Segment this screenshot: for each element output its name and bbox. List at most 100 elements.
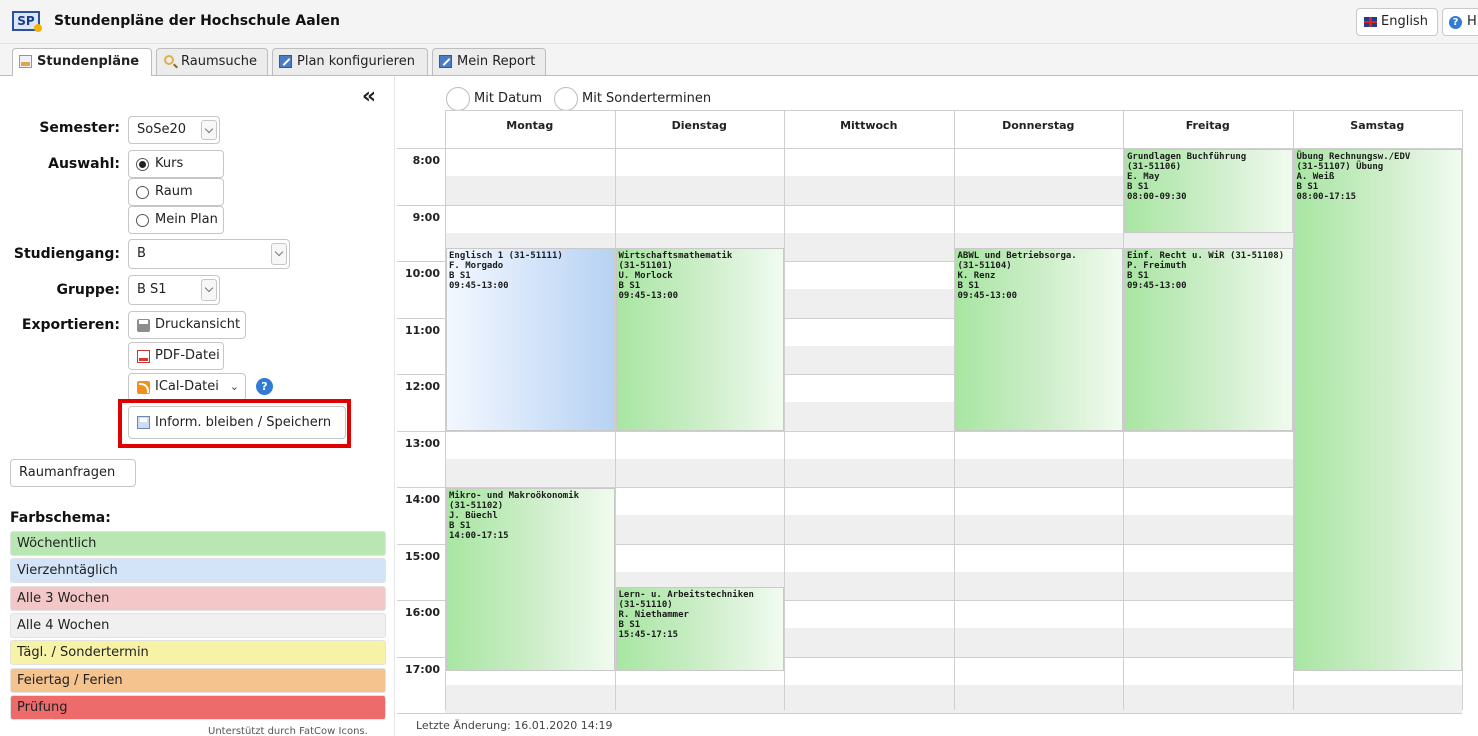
event-block[interactable]: ABWL und Betriebsorga. (31-51104) K. Ren… [954, 247, 1123, 431]
hour-label: 8:00 [412, 154, 440, 167]
checkbox-icon [554, 87, 578, 111]
gruppe-label: Gruppe: [56, 282, 121, 298]
color-legend-item: Tägl. / Sondertermin [10, 640, 386, 666]
help-label: Hi [1467, 14, 1478, 29]
logo-badge-icon [34, 24, 42, 32]
last-change-note: Letzte Änderung: 16.01.2020 14:19 [416, 719, 613, 732]
help-icon[interactable]: ? [256, 378, 273, 395]
tab-label: Raumsuche [181, 54, 258, 69]
chevron-down-icon [271, 243, 287, 265]
color-legend-item: Alle 3 Wochen [10, 585, 386, 611]
event-block[interactable]: Lern- u. Arbeitstechniken (31-51110) R. … [615, 586, 784, 671]
radio-label: Kurs [155, 156, 184, 171]
hour-label: 14:00 [404, 493, 440, 506]
radio-icon [136, 214, 149, 227]
color-legend-item: Alle 4 Wochen [10, 612, 386, 638]
raumanfragen-label: Raumanfragen [19, 465, 116, 480]
grid-line [784, 110, 785, 710]
hour-label: 13:00 [404, 436, 440, 450]
edit-icon [279, 55, 292, 68]
hour-label: 16:00 [404, 606, 440, 619]
event-block[interactable]: Englisch 1 (31-51111) F. Morgado B S1 09… [446, 247, 615, 431]
event-block[interactable]: Einf. Recht u. WiR (31-51108) P. Freimut… [1124, 247, 1293, 431]
gruppe-value: B S1 [137, 282, 167, 297]
event-block[interactable]: Grundlagen Buchführung (31-51106) E. May… [1124, 149, 1293, 233]
color-legend-item: Feiertag / Ferien [10, 667, 386, 693]
chevron-down-icon [201, 279, 217, 301]
english-label: English [1381, 14, 1428, 29]
raumanfragen-button[interactable]: Raumanfragen [10, 459, 136, 487]
chevron-down-icon: ⌄ [229, 380, 239, 393]
collapse-sidebar-icon[interactable]: « [354, 85, 384, 111]
hour-label: 15:00 [404, 549, 440, 563]
hour-label: 17:00 [404, 662, 440, 676]
uk-flag-icon [1364, 17, 1377, 27]
radio-icon [136, 186, 149, 199]
rss-feed-icon [137, 381, 150, 394]
pdf-icon [137, 350, 150, 363]
druckansicht-label: Druckansicht [155, 317, 241, 332]
hour-label: 10:00 [404, 267, 440, 280]
app-title: Stundenpläne der Hochschule Aalen [54, 13, 340, 29]
hour-label: 11:00 [404, 323, 440, 337]
hour-label: 12:00 [404, 380, 440, 393]
radio-label: Mein Plan [155, 212, 218, 227]
tab-raumsuche[interactable]: Raumsuche [156, 48, 268, 75]
semester-label: Semester: [39, 120, 120, 136]
semester-select[interactable]: SoSe20 [128, 116, 220, 144]
grid-line [397, 713, 1462, 714]
mit-datum-label: Mit Datum [474, 91, 543, 106]
event-block[interactable]: Übung Rechnungsw./EDV (31-51107) Übung A… [1293, 149, 1462, 671]
highlight-box [118, 399, 351, 448]
day-header: Donnerstag [1002, 119, 1075, 132]
mit-sonderterminen-checkbox[interactable]: Mit Sonderterminen [552, 86, 711, 112]
pdf-label: PDF-Datei [155, 348, 220, 363]
tab-stundenplaene[interactable]: Stundenpläne [12, 48, 152, 77]
tab-mein-report[interactable]: Mein Report [432, 48, 546, 75]
mit-datum-checkbox[interactable]: Mit Datum [444, 86, 542, 112]
radio-label: Raum [155, 184, 193, 199]
pdf-button[interactable]: PDF-Datei [128, 342, 224, 370]
calendar-icon [19, 55, 32, 68]
studiengang-label: Studiengang: [13, 246, 120, 262]
edit-icon [439, 55, 452, 68]
radio-mein-plan[interactable]: Mein Plan [128, 206, 224, 234]
app-window: SP Stundenpläne der Hochschule Aalen Eng… [0, 0, 1478, 736]
grid-line [1462, 110, 1463, 710]
tab-label: Stundenpläne [37, 54, 140, 69]
powered-by-note: Unterstützt durch FatCow Icons. [208, 726, 368, 736]
hour-label: 9:00 [412, 210, 440, 224]
day-header: Samstag [1350, 119, 1405, 132]
help-button[interactable]: ? Hi [1442, 8, 1478, 36]
tab-plan-konfigurieren[interactable]: Plan konfigurieren [272, 48, 428, 75]
radio-kurs[interactable]: Kurs [128, 150, 224, 178]
radio-selected-icon [136, 158, 149, 171]
chevron-down-icon [201, 120, 217, 140]
auswahl-label: Auswahl: [48, 156, 120, 172]
mit-sonderterminen-label: Mit Sonderterminen [582, 91, 712, 106]
exportieren-label: Exportieren: [21, 317, 120, 333]
ical-dropdown[interactable]: ICal-Datei ⌄ [128, 373, 246, 401]
event-block[interactable]: Wirtschaftsmathematik (31-51101) U. Morl… [615, 247, 784, 431]
tab-label: Mein Report [457, 54, 536, 69]
farbschema-title: Farbschema: [10, 510, 111, 526]
event-block[interactable]: Mikro- und Makroökonomik (31-51102) J. B… [446, 488, 615, 671]
radio-raum[interactable]: Raum [128, 178, 224, 206]
color-legend-item: Wöchentlich [10, 531, 386, 556]
ical-label: ICal-Datei [155, 379, 219, 394]
studiengang-select[interactable]: B [128, 239, 290, 269]
gruppe-select[interactable]: B S1 [128, 275, 220, 305]
day-header: Montag [506, 119, 554, 132]
color-legend-item: Vierzehntäglich [10, 558, 386, 584]
tab-label: Plan konfigurieren [297, 54, 415, 69]
druckansicht-button[interactable]: Druckansicht [128, 311, 246, 339]
search-icon [164, 55, 174, 65]
color-legend-item: Prüfung [10, 694, 386, 720]
printer-icon [137, 319, 150, 332]
studiengang-value: B [137, 246, 146, 261]
checkbox-icon [446, 87, 470, 111]
day-header: Dienstag [671, 119, 727, 132]
language-english-button[interactable]: English [1356, 8, 1438, 36]
day-header: Freitag [1185, 119, 1230, 132]
help-icon: ? [1449, 16, 1462, 29]
